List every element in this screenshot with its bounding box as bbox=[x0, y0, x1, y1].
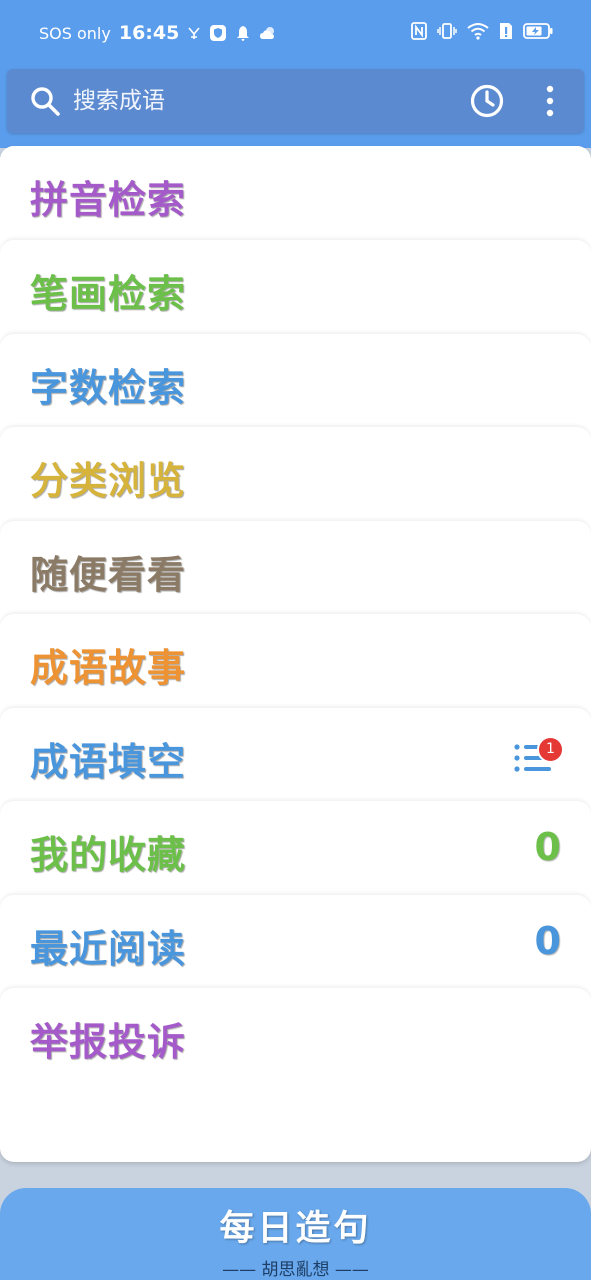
nfc-icon bbox=[411, 22, 427, 40]
menu-label: 举报投诉 bbox=[30, 1020, 187, 1064]
shield-icon bbox=[209, 24, 227, 42]
clock-icon[interactable] bbox=[469, 83, 505, 119]
clock-time: 16:45 bbox=[118, 22, 180, 44]
menu-item-fill-in-blank[interactable]: 成语填空 1 bbox=[0, 708, 591, 801]
menu-label: 分类浏览 bbox=[30, 459, 187, 503]
wifi-icon bbox=[467, 22, 489, 40]
more-vertical-icon[interactable] bbox=[541, 83, 559, 119]
menu-item-report-complaint[interactable]: 举报投诉 bbox=[0, 988, 591, 1081]
search-bar[interactable] bbox=[7, 69, 584, 133]
battery-icon bbox=[523, 22, 553, 40]
notification-badge: 1 bbox=[537, 736, 564, 763]
bell-icon bbox=[235, 25, 251, 41]
app-toolbar bbox=[0, 56, 591, 148]
menu-label: 我的收藏 bbox=[30, 833, 187, 877]
menu-label: 随便看看 bbox=[30, 553, 187, 597]
search-input[interactable] bbox=[73, 82, 433, 120]
daily-sentence-button[interactable]: 每日造句 —— 胡思亂想 —— bbox=[0, 1188, 591, 1280]
menu-label: 成语填空 bbox=[30, 740, 187, 784]
menu-item-idiom-stories[interactable]: 成语故事 bbox=[0, 614, 591, 707]
carrier-text: SOS only bbox=[39, 23, 111, 43]
menu-item-pinyin-search[interactable]: 拼音检索 bbox=[0, 146, 591, 239]
menu-label: 字数检索 bbox=[30, 366, 187, 410]
menu-label: 成语故事 bbox=[30, 646, 187, 690]
menu-label: 拼音检索 bbox=[30, 178, 187, 222]
menu-label: 笔画检索 bbox=[30, 272, 187, 316]
menu-panel: 拼音检索 笔画检索 字数检索 分类浏览 随便看看 成语故事 成语填空 1 我的收… bbox=[0, 146, 591, 1162]
menu-item-char-count-search[interactable]: 字数检索 bbox=[0, 334, 591, 427]
menu-item-recent-reading[interactable]: 最近阅读 0 bbox=[0, 895, 591, 988]
daily-subtitle: —— 胡思亂想 —— bbox=[222, 1260, 369, 1280]
daily-title: 每日造句 bbox=[219, 1209, 372, 1249]
status-left: SOS only 16:45 bbox=[39, 22, 277, 44]
status-right bbox=[411, 22, 553, 40]
menu-item-category-browse[interactable]: 分类浏览 bbox=[0, 427, 591, 520]
menu-item-random-browse[interactable]: 随便看看 bbox=[0, 521, 591, 614]
sim-alert-icon bbox=[499, 22, 513, 40]
recent-count: 0 bbox=[534, 919, 561, 963]
vibrate-icon bbox=[437, 22, 457, 40]
app-notification-icon bbox=[187, 26, 201, 40]
menu-item-my-favorites[interactable]: 我的收藏 0 bbox=[0, 801, 591, 894]
favorites-count: 0 bbox=[534, 825, 561, 869]
menu-item-stroke-search[interactable]: 笔画检索 bbox=[0, 240, 591, 333]
search-icon[interactable] bbox=[29, 85, 61, 117]
menu-label: 最近阅读 bbox=[30, 927, 187, 971]
weather-icon bbox=[259, 25, 277, 41]
